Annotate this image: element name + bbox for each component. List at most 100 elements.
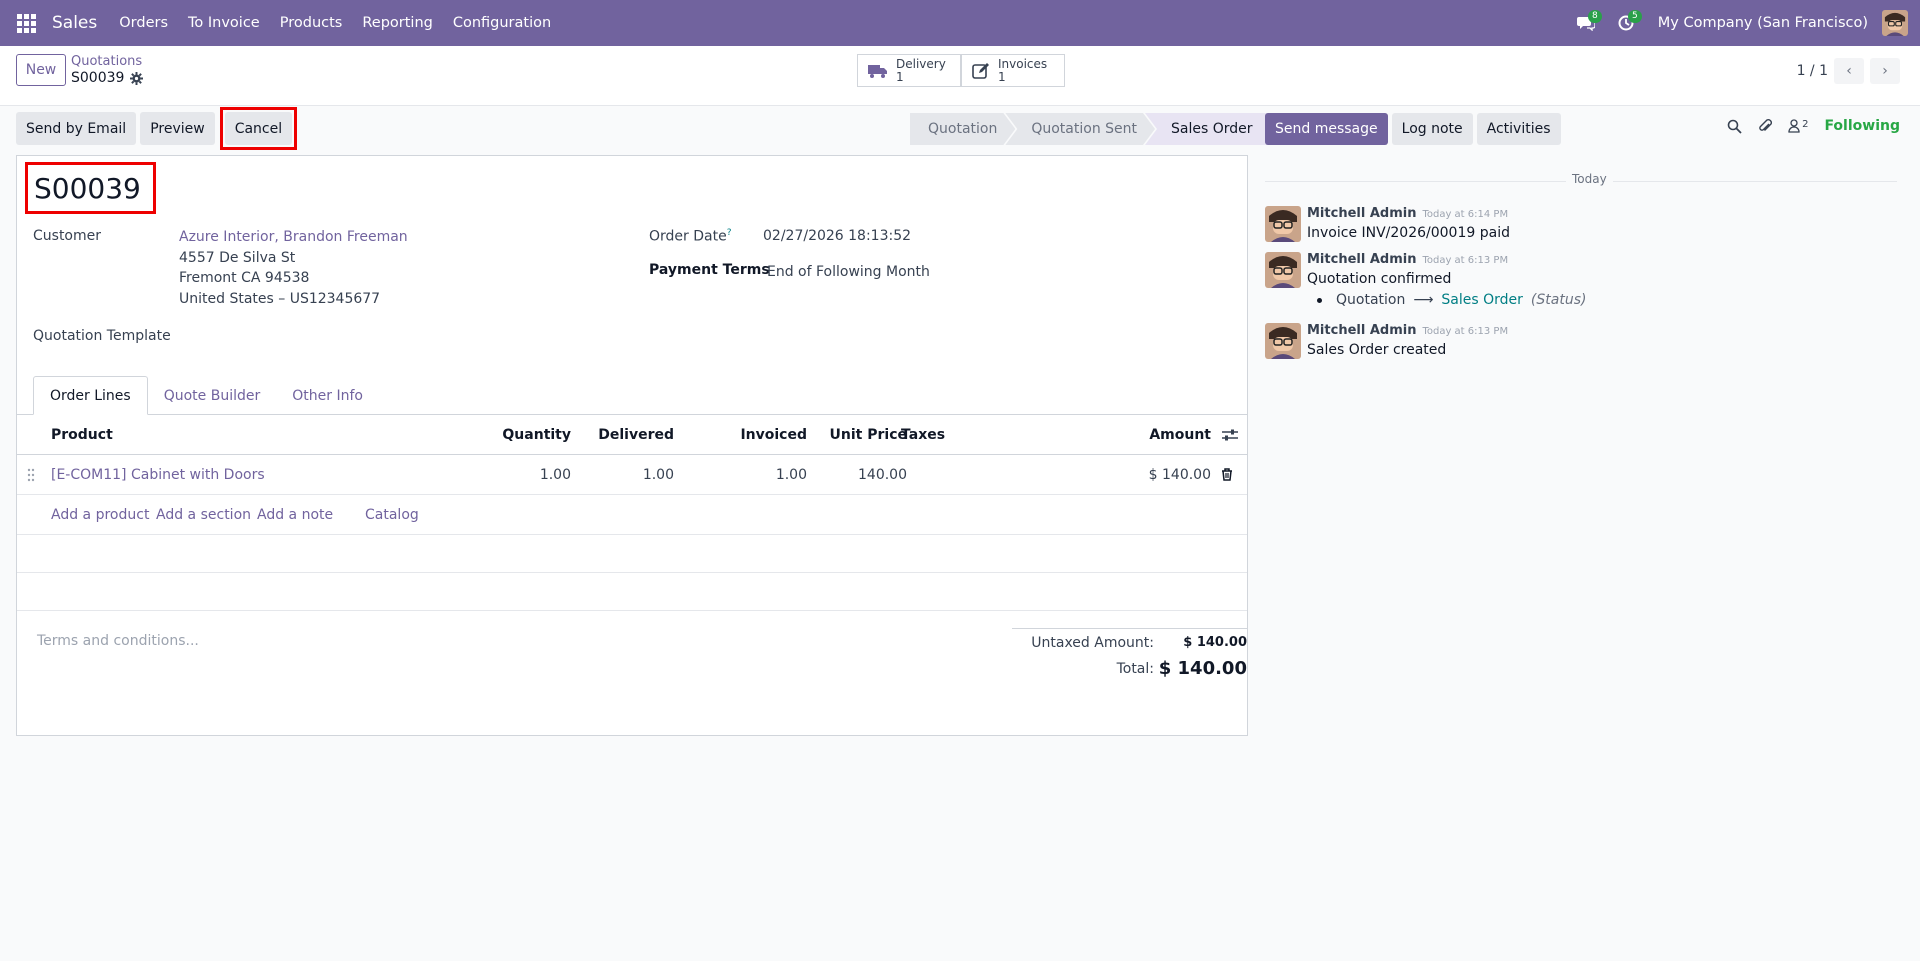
preview-button[interactable]: Preview [140, 112, 215, 145]
cancel-highlight-box: Cancel [219, 107, 298, 150]
date-separator: Today [1265, 172, 1897, 192]
invoices-smart-button[interactable]: Invoices 1 [961, 54, 1065, 87]
table-row[interactable]: [E-COM11] Cabinet with Doors 1.00 1.00 1… [17, 455, 1247, 495]
app-name[interactable]: Sales [52, 13, 97, 33]
control-panel: New Quotations S00039 Delivery 1 Invoices… [0, 46, 1920, 106]
trash-icon[interactable] [1221, 455, 1233, 494]
col-product[interactable]: Product [51, 415, 113, 454]
menu-reporting[interactable]: Reporting [362, 15, 433, 31]
menu-configuration[interactable]: Configuration [453, 15, 551, 31]
catalog-link[interactable]: Catalog [365, 495, 419, 534]
line-unit-price[interactable]: 140.00 [807, 455, 907, 494]
order-date-label: Order Date? [649, 228, 732, 245]
chatter-message: Mitchell Admin Today at 6:13 PM Sales Ord… [1265, 323, 1897, 363]
payment-terms-value[interactable]: End of Following Month [767, 264, 930, 280]
chevron-left-icon: ‹ [1846, 63, 1852, 79]
activities-schedule-button[interactable]: Activities [1476, 113, 1561, 145]
invoices-label: Invoices [998, 56, 1048, 71]
delivery-smart-button[interactable]: Delivery 1 [857, 54, 961, 87]
col-unit-price[interactable]: Unit Price [807, 415, 907, 454]
menu-products[interactable]: Products [280, 15, 343, 31]
record-name: S00039 [71, 70, 125, 86]
terms-and-conditions-field[interactable]: Terms and conditions... [37, 633, 199, 649]
tab-order-lines[interactable]: Order Lines [33, 376, 148, 415]
activities-button[interactable]: 5 [1606, 0, 1646, 46]
messages-button[interactable]: 8 [1566, 0, 1606, 46]
author-avatar[interactable] [1265, 323, 1301, 359]
bullet-icon [1317, 297, 1322, 303]
col-invoiced[interactable]: Invoiced [677, 415, 807, 454]
stage-quotation[interactable]: Quotation [910, 113, 1015, 145]
pager-value[interactable]: 1 / 1 [1797, 63, 1828, 79]
stage-quotation-sent[interactable]: Quotation Sent [1005, 113, 1155, 145]
chatter-message: Mitchell Admin Today at 6:14 PM Invoice I… [1265, 206, 1897, 246]
address-line1: 4557 De Silva St [179, 250, 296, 266]
menu-to-invoice[interactable]: To Invoice [188, 15, 260, 31]
cancel-button[interactable]: Cancel [224, 112, 293, 145]
tracking-value: Quotation ⟶ Sales Order (Status) [1317, 292, 1586, 308]
address-line3: United States – US12345677 [179, 291, 381, 307]
order-lines-table: Product Quantity Delivered Invoiced Unit… [17, 415, 1247, 611]
apps-menu-icon[interactable] [0, 0, 52, 46]
add-product-link[interactable]: Add a product [51, 495, 149, 534]
truck-icon [868, 64, 887, 78]
tracking-field: (Status) [1530, 292, 1587, 308]
add-section-link[interactable]: Add a section [156, 495, 251, 534]
send-message-button[interactable]: Send message [1265, 113, 1388, 145]
paperclip-icon[interactable] [1758, 118, 1773, 134]
message-author[interactable]: Mitchell Admin Today at 6:13 PM [1307, 323, 1508, 338]
chatter-tools: 2 Following [1727, 118, 1900, 134]
message-body: Quotation confirmed [1307, 271, 1452, 287]
send-by-email-button[interactable]: Send by Email [16, 112, 137, 145]
form-sheet: S00039 Customer Azure Interior, Brandon … [16, 155, 1248, 736]
line-delivered[interactable]: 1.00 [577, 455, 674, 494]
message-author[interactable]: Mitchell Admin Today at 6:13 PM [1307, 252, 1508, 267]
user-avatar[interactable] [1882, 10, 1908, 36]
add-note-link[interactable]: Add a note [257, 495, 333, 534]
delivery-count: 1 [896, 69, 904, 84]
date-separator-label: Today [1566, 172, 1613, 186]
tab-quote-builder[interactable]: Quote Builder [148, 376, 277, 415]
gear-icon[interactable] [130, 71, 144, 85]
totals-divider [1012, 628, 1247, 629]
col-quantity[interactable]: Quantity [457, 415, 571, 454]
col-delivered[interactable]: Delivered [577, 415, 674, 454]
tab-other-info[interactable]: Other Info [276, 376, 379, 415]
followers-button[interactable]: 2 [1788, 119, 1808, 133]
new-button[interactable]: New [16, 54, 66, 86]
line-quantity[interactable]: 1.00 [457, 455, 571, 494]
menu-orders[interactable]: Orders [119, 15, 168, 31]
col-amount[interactable]: Amount [1097, 415, 1211, 454]
empty-row [17, 535, 1247, 573]
pager-next-button[interactable]: › [1870, 58, 1900, 84]
table-header: Product Quantity Delivered Invoiced Unit… [17, 415, 1247, 455]
search-icon[interactable] [1727, 119, 1742, 134]
author-avatar[interactable] [1265, 252, 1301, 288]
order-name: S00039 [34, 171, 141, 205]
messages-badge: 8 [1588, 10, 1602, 23]
author-avatar[interactable] [1265, 206, 1301, 242]
untaxed-amount-value: $ 140.00 [1183, 635, 1247, 650]
breadcrumb-quotations[interactable]: Quotations [71, 54, 142, 69]
untaxed-amount-label: Untaxed Amount: [1031, 635, 1154, 651]
message-author[interactable]: Mitchell Admin Today at 6:14 PM [1307, 206, 1508, 221]
customer-label: Customer [33, 228, 102, 244]
line-product[interactable]: [E-COM11] Cabinet with Doors [51, 455, 265, 494]
message-body: Sales Order created [1307, 342, 1447, 358]
message-time: Today at 6:13 PM [1422, 326, 1509, 337]
name-highlight-box: S00039 [25, 162, 156, 214]
customer-link[interactable]: Azure Interior, Brandon Freeman [179, 229, 408, 245]
pager-previous-button[interactable]: ‹ [1834, 58, 1864, 84]
log-note-button[interactable]: Log note [1391, 113, 1473, 145]
drag-handle-icon[interactable] [27, 455, 35, 494]
col-taxes[interactable]: Taxes [901, 415, 945, 454]
following-button[interactable]: Following [1824, 118, 1900, 134]
stage-sales-order[interactable]: Sales Order [1145, 113, 1272, 145]
pager: 1 / 1 ‹ › [1797, 58, 1900, 84]
empty-row [17, 573, 1247, 611]
order-date-value[interactable]: 02/27/2026 18:13:52 [763, 228, 911, 244]
help-tooltip-icon[interactable]: ? [727, 228, 732, 238]
company-switcher[interactable]: My Company (San Francisco) [1658, 15, 1868, 31]
top-navbar: Sales Orders To Invoice Products Reporti… [0, 0, 1920, 46]
column-settings-icon[interactable] [1222, 415, 1238, 454]
